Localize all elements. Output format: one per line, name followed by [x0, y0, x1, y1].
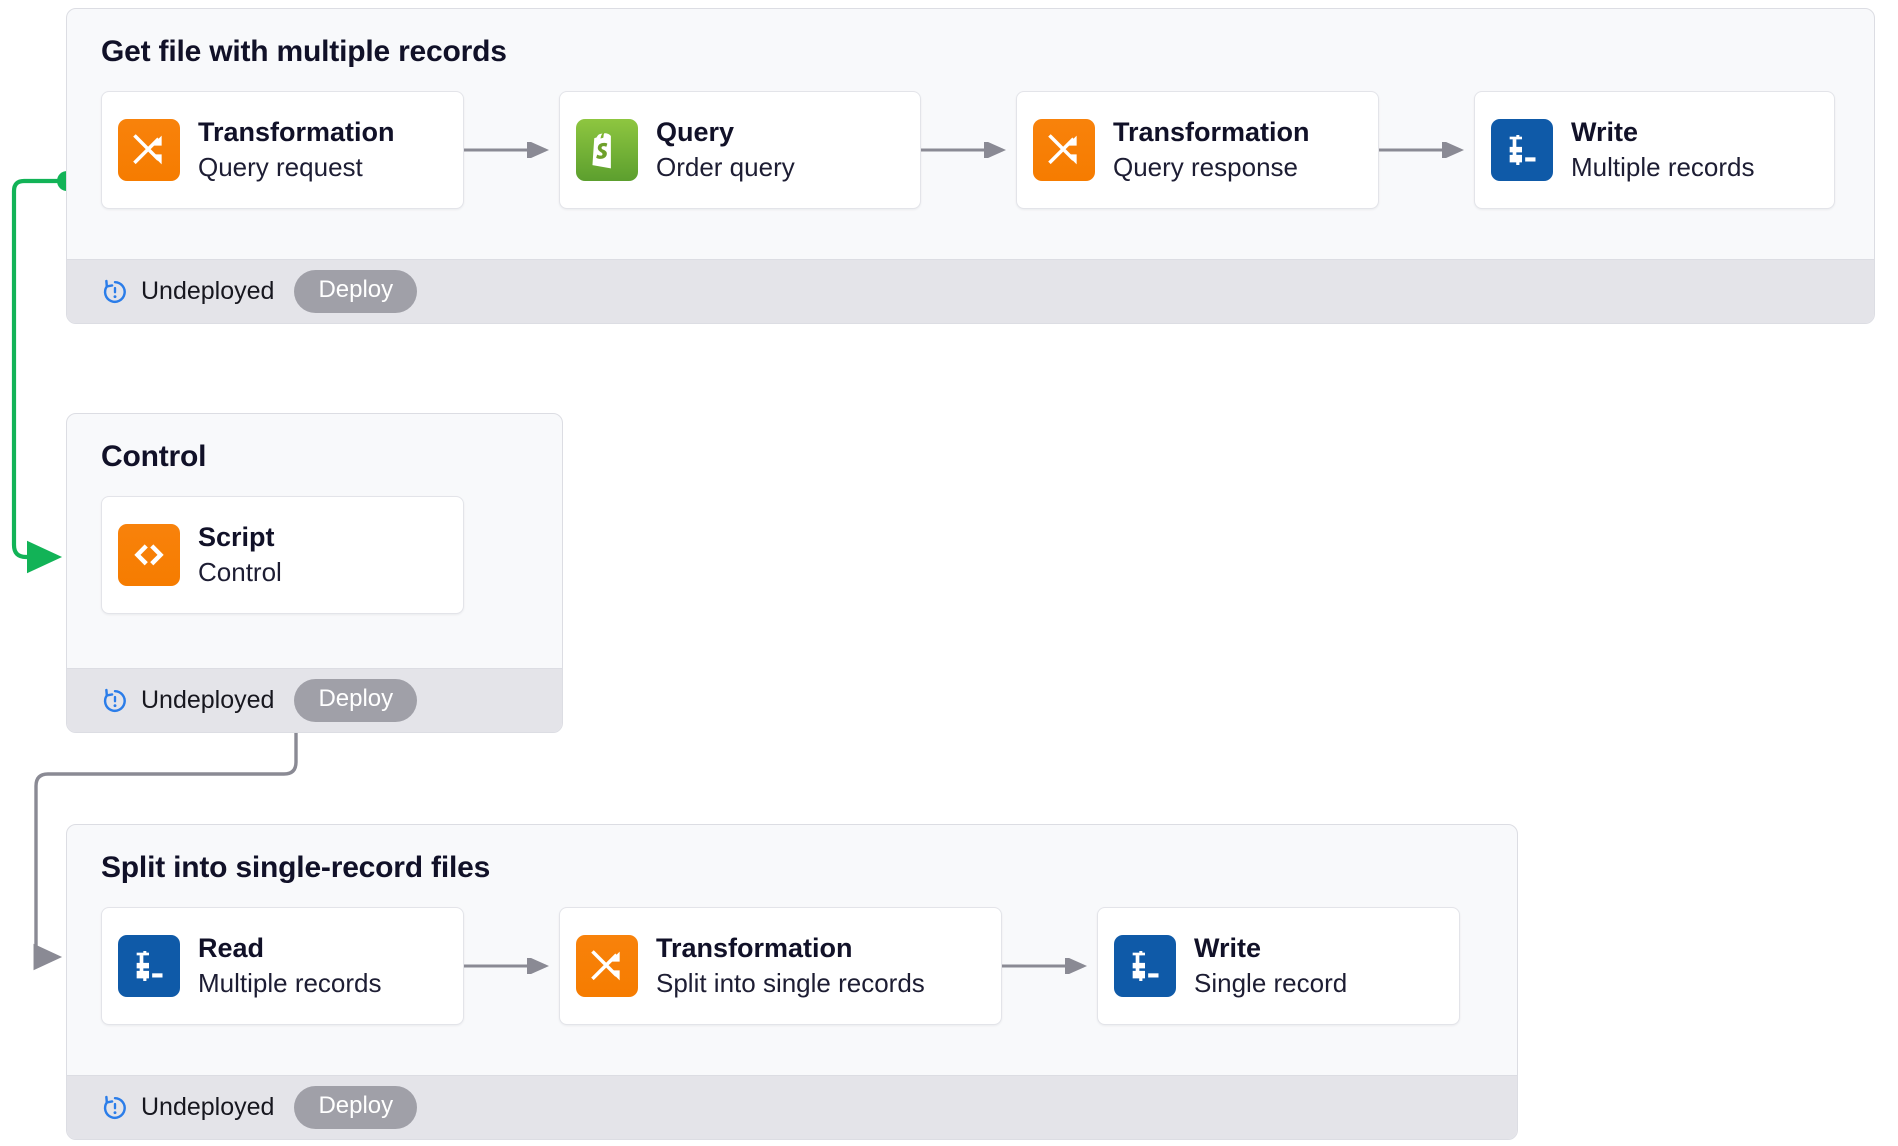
deploy-button[interactable]: Deploy: [294, 679, 418, 722]
flow-body: Split into single-record files Read Mult…: [67, 825, 1517, 1055]
node-title: Transformation: [656, 933, 853, 964]
node-subtitle: Split into single records: [656, 967, 925, 998]
connector-arrow: [464, 907, 559, 1025]
connector-arrow: [1002, 907, 1097, 1025]
flow-status-bar: Undeployed Deploy: [67, 668, 562, 732]
node-subtitle: Control: [198, 556, 282, 587]
flow-title: Get file with multiple records: [101, 35, 507, 68]
deployment-status-label: Undeployed: [141, 1093, 275, 1121]
write-terminal-icon: [1114, 935, 1176, 997]
node-text: Script Control: [198, 522, 282, 588]
node-row: Read Multiple records Transformation Spl…: [101, 907, 1483, 1025]
node-transformation-split-into-single-records[interactable]: Transformation Split into single records: [559, 907, 1002, 1025]
node-query-order-query[interactable]: Query Order query: [559, 91, 921, 209]
flow-card-split-into-single-record-files[interactable]: Split into single-record files Read Mult…: [66, 824, 1518, 1140]
flow-title: Split into single-record files: [101, 851, 491, 884]
node-subtitle: Order query: [656, 151, 795, 182]
deployment-status-label: Undeployed: [141, 686, 275, 714]
write-terminal-icon: [1491, 119, 1553, 181]
node-text: Write Single record: [1194, 933, 1347, 999]
undeployed-refresh-alert-icon: [101, 278, 129, 306]
flow-card-get-file-with-multiple-records[interactable]: Get file with multiple records Transform…: [66, 8, 1875, 324]
node-subtitle: Query response: [1113, 151, 1298, 182]
flow-body: Get file with multiple records Transform…: [67, 9, 1874, 239]
undeployed-refresh-alert-icon: [101, 687, 129, 715]
node-read-multiple-records[interactable]: Read Multiple records: [101, 907, 464, 1025]
node-text: Transformation Query response: [1113, 117, 1310, 183]
flow-body: Control Script Control: [67, 414, 562, 644]
read-terminal-icon: [118, 935, 180, 997]
node-row: Transformation Query request Query Order…: [101, 91, 1840, 209]
connector-arrow: [464, 91, 559, 209]
deploy-button[interactable]: Deploy: [294, 270, 418, 313]
node-subtitle: Query request: [198, 151, 363, 182]
node-subtitle: Multiple records: [198, 967, 382, 998]
node-title: Script: [198, 522, 275, 553]
transformation-shuffle-icon: [1033, 119, 1095, 181]
node-write-single-record[interactable]: Write Single record: [1097, 907, 1460, 1025]
shopify-bag-icon: [576, 119, 638, 181]
node-subtitle: Multiple records: [1571, 151, 1755, 182]
flow-card-control[interactable]: Control Script Control Undeployed Deploy: [66, 413, 563, 733]
flow-canvas: Get file with multiple records Transform…: [0, 0, 1898, 1146]
node-title: Transformation: [198, 117, 395, 148]
node-text: Write Multiple records: [1571, 117, 1755, 183]
node-title: Write: [1194, 933, 1262, 964]
flow-status-bar: Undeployed Deploy: [67, 259, 1874, 323]
node-title: Read: [198, 933, 265, 964]
node-row: Script Control: [101, 496, 528, 614]
node-write-multiple-records[interactable]: Write Multiple records: [1474, 91, 1835, 209]
flow-title: Control: [101, 440, 207, 473]
undeployed-refresh-alert-icon: [101, 1094, 129, 1122]
node-text: Read Multiple records: [198, 933, 382, 999]
node-text: Transformation Query request: [198, 117, 395, 183]
deploy-button[interactable]: Deploy: [294, 1086, 418, 1129]
node-text: Query Order query: [656, 117, 795, 183]
flow-status-bar: Undeployed Deploy: [67, 1075, 1517, 1139]
deployment-status-label: Undeployed: [141, 277, 275, 305]
connector-arrow: [1379, 91, 1474, 209]
transformation-shuffle-icon: [576, 935, 638, 997]
node-script-control[interactable]: Script Control: [101, 496, 464, 614]
script-code-brackets-icon: [118, 524, 180, 586]
node-text: Transformation Split into single records: [656, 933, 925, 999]
node-title: Write: [1571, 117, 1639, 148]
transformation-shuffle-icon: [118, 119, 180, 181]
node-title: Query: [656, 117, 735, 148]
node-subtitle: Single record: [1194, 967, 1348, 998]
node-transformation-query-response[interactable]: Transformation Query response: [1016, 91, 1379, 209]
node-transformation-query-request[interactable]: Transformation Query request: [101, 91, 464, 209]
connector-arrow: [921, 91, 1016, 209]
node-title: Transformation: [1113, 117, 1310, 148]
